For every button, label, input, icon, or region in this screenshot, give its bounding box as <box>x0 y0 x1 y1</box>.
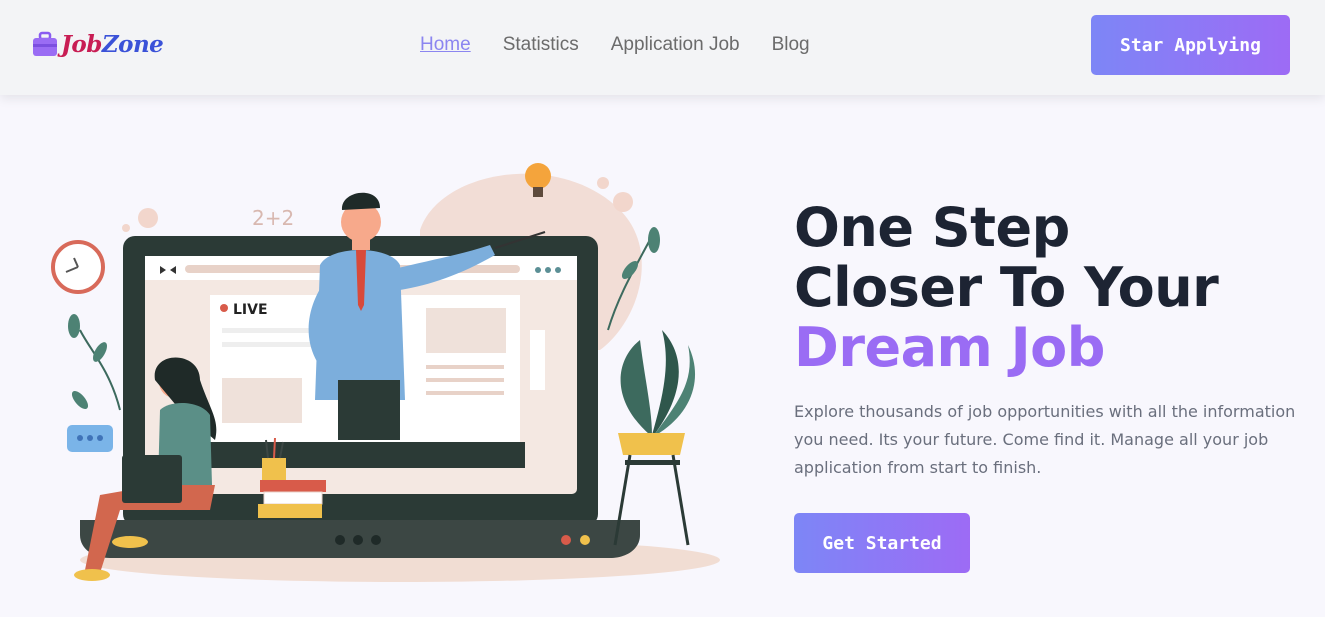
hero-title-line2: Closer To Your <box>794 256 1219 319</box>
hero-title: One Step Closer To Your Dream Job <box>794 196 1219 379</box>
logo-text: JobZone <box>61 30 164 58</box>
nav-link-blog[interactable]: Blog <box>772 34 810 56</box>
get-started-button[interactable]: Get Started <box>794 513 970 573</box>
hero-title-line1: One Step <box>794 196 1070 259</box>
nav-link-statistics[interactable]: Statistics <box>503 34 579 56</box>
brand-logo[interactable]: JobZone <box>32 30 164 58</box>
hero-title-accent: Dream Job <box>794 316 1105 379</box>
nav-link-application-job[interactable]: Application Job <box>611 34 740 56</box>
clock-icon <box>51 240 105 294</box>
nav-link-home[interactable]: Home <box>420 34 471 56</box>
start-applying-button[interactable]: Star Applying <box>1091 15 1290 75</box>
svg-text:2+2: 2+2 <box>252 206 294 230</box>
hero-description: Explore thousands of job opportunities w… <box>794 402 1296 477</box>
main-nav: Home Statistics Application Job Blog <box>420 34 810 56</box>
chat-bubble-icon <box>67 425 113 452</box>
top-navbar: JobZone Home Statistics Application Job … <box>0 0 1325 95</box>
briefcase-icon <box>33 31 57 56</box>
hero-illustration: 2+2 LIVE <box>51 163 720 582</box>
svg-text:LIVE: LIVE <box>233 302 268 318</box>
